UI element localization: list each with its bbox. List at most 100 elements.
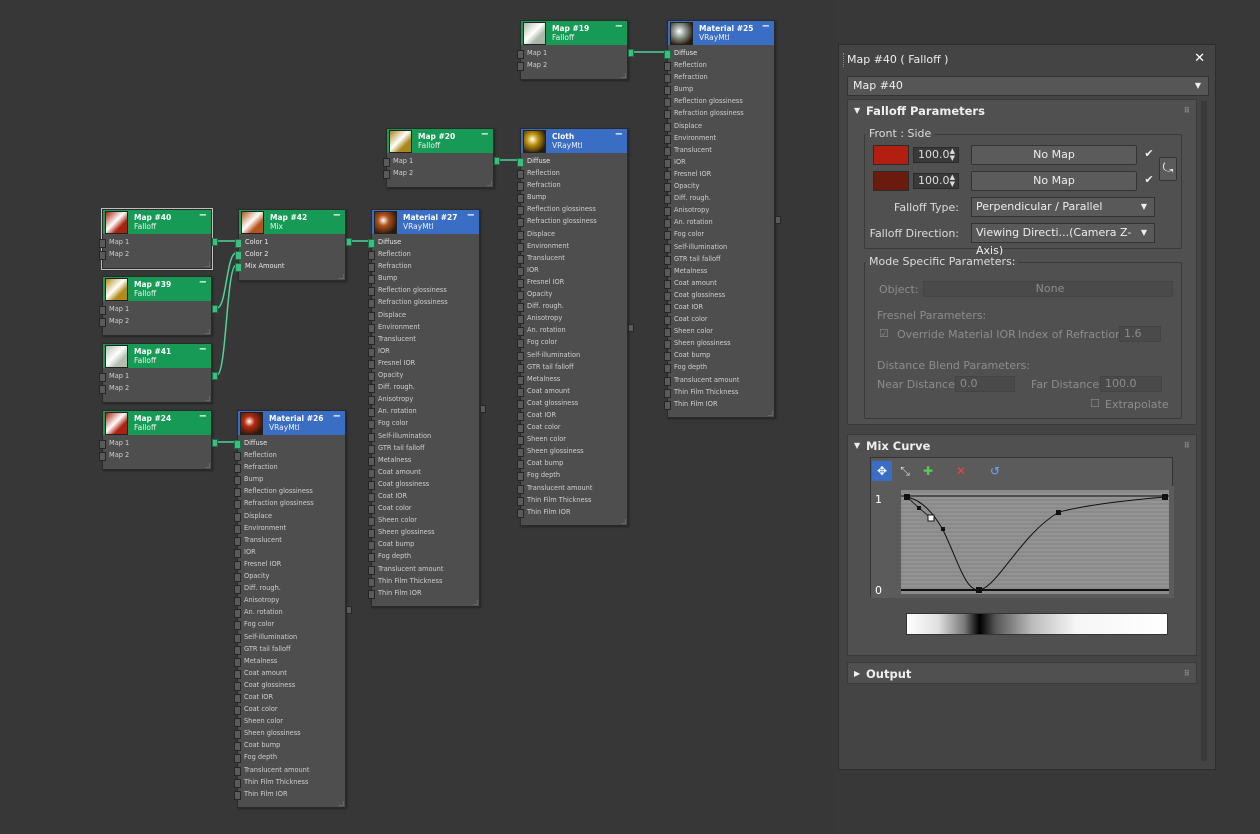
input-slot[interactable]: Map 1	[99, 236, 211, 249]
connection-wire[interactable]	[216, 264, 237, 376]
input-slot[interactable]: Translucent amount	[368, 563, 479, 575]
input-slot[interactable]: Thin Film Thickness	[664, 386, 774, 398]
node-header[interactable]: Material #25 VRayMtl −	[668, 21, 774, 45]
curve-point[interactable]	[927, 514, 935, 522]
output-socket[interactable]	[346, 606, 352, 614]
reset-curve-icon[interactable]: ↺	[985, 461, 1005, 481]
side-amount-spinner[interactable]: 100.0 ▲ ▼	[913, 173, 959, 189]
add-point-icon[interactable]: ✚	[918, 461, 938, 481]
input-slot[interactable]: Diffuse	[517, 155, 627, 168]
input-slot[interactable]: Anisotropy	[368, 393, 479, 406]
input-slot[interactable]: An. rotation	[664, 216, 774, 229]
input-slot[interactable]: Fresnel IOR	[517, 276, 627, 289]
input-slot[interactable]: IOR	[368, 345, 479, 357]
input-slot[interactable]: Map 2	[99, 382, 211, 395]
input-slot[interactable]: Refraction glossiness	[664, 107, 774, 120]
input-slot[interactable]: Environment	[368, 321, 479, 333]
input-slot[interactable]: Fog depth	[368, 550, 479, 563]
input-slot[interactable]: Sheen glossiness	[664, 337, 774, 350]
input-slot[interactable]: Coat IOR	[517, 409, 627, 422]
input-slot[interactable]: Fresnel IOR	[368, 357, 479, 370]
node-header[interactable]: Map #24 Falloff −	[103, 411, 211, 435]
input-slot[interactable]: Coat bump	[234, 739, 345, 752]
output-socket[interactable]	[494, 157, 500, 165]
input-slot[interactable]: GTR tail falloff	[234, 643, 345, 655]
input-slot[interactable]: Fog color	[234, 618, 345, 631]
node-map39[interactable]: Map #39 Falloff − Map 1 Map 2	[99, 276, 218, 336]
output-socket[interactable]	[212, 305, 218, 313]
node-header[interactable]: Map #42 Mix −	[239, 210, 345, 234]
rollout-header-output[interactable]: ▶ Output ⠿	[848, 663, 1196, 685]
collapse-node-icon[interactable]: −	[199, 277, 207, 289]
spinner-arrows-icon[interactable]: ▲ ▼	[950, 148, 955, 162]
input-slot[interactable]: Diff. rough.	[234, 582, 345, 595]
input-slot[interactable]: Self-illumination	[234, 631, 345, 643]
output-socket[interactable]	[212, 238, 218, 246]
chevron-down-icon[interactable]: ▼	[1195, 77, 1201, 95]
input-slot[interactable]: Map 1	[517, 47, 627, 60]
collapse-node-icon[interactable]: −	[467, 210, 475, 222]
collapse-node-icon[interactable]: −	[762, 21, 770, 33]
input-slot[interactable]: Translucent amount	[664, 374, 774, 386]
input-slot[interactable]: Coat glossiness	[368, 478, 479, 490]
resize-grip[interactable]	[339, 274, 344, 279]
side-map-checkbox[interactable]: ✔	[1143, 174, 1155, 186]
input-slot[interactable]: Reflection	[664, 59, 774, 72]
input-slot[interactable]: Sheen color	[517, 433, 627, 446]
input-slot[interactable]: Coat amount	[234, 667, 345, 679]
input-slot[interactable]: Diff. rough.	[517, 300, 627, 313]
input-slot[interactable]: Thin Film Thickness	[517, 494, 627, 506]
input-slot[interactable]: IOR	[234, 546, 345, 558]
collapse-node-icon[interactable]: −	[615, 129, 623, 141]
input-slot[interactable]: Reflection	[234, 449, 345, 462]
input-slot[interactable]: Thin Film IOR	[368, 587, 479, 599]
rollout-header-falloff[interactable]: ▼ Falloff Parameters ⠿	[848, 100, 1196, 122]
node-header[interactable]: Map #20 Falloff −	[387, 129, 493, 153]
input-slot[interactable]: Translucent amount	[517, 482, 627, 494]
drag-dots-icon[interactable]: ⠿	[1184, 435, 1190, 457]
input-slot[interactable]: An. rotation	[234, 606, 345, 619]
mix-curve-graph[interactable]: 1 0	[871, 486, 1174, 598]
input-slot[interactable]: Refraction	[517, 179, 627, 192]
node-map24[interactable]: Map #24 Falloff − Map 1 Map 2	[99, 410, 218, 470]
input-slot[interactable]: Thin Film IOR	[517, 506, 627, 518]
input-slot[interactable]: Diffuse	[664, 47, 774, 60]
node-header[interactable]: Map #19 Falloff −	[521, 21, 627, 45]
input-slot[interactable]: Sheen color	[368, 514, 479, 527]
input-slot[interactable]: Self-illumination	[368, 430, 479, 442]
input-slot[interactable]: Bump	[664, 83, 774, 96]
node-map20[interactable]: Map #20 Falloff − Map 1 Map 2	[383, 128, 500, 188]
input-slot[interactable]: Translucent	[517, 252, 627, 264]
input-slot[interactable]: Sheen glossiness	[517, 445, 627, 458]
resize-grip[interactable]	[205, 396, 210, 401]
front-amount-spinner[interactable]: 100.0 ▲ ▼	[913, 147, 959, 163]
input-slot[interactable]: Reflection	[368, 248, 479, 261]
node-editor-canvas[interactable]: Map #19 Falloff − Map 1 Map 2 Material #25 VRa…	[0, 0, 835, 834]
input-slot[interactable]: Reflection glossiness	[664, 95, 774, 108]
input-slot[interactable]: Coat color	[517, 421, 627, 434]
input-slot[interactable]: Coat amount	[517, 385, 627, 397]
input-slot[interactable]: Map 2	[99, 315, 211, 328]
input-slot[interactable]: An. rotation	[517, 324, 627, 337]
input-slot[interactable]: Metalness	[664, 265, 774, 277]
input-slot[interactable]: Coat glossiness	[234, 679, 345, 691]
input-slot[interactable]: Map 1	[99, 437, 211, 450]
drag-dots-icon[interactable]: ⠿	[1184, 100, 1190, 122]
input-slot[interactable]: Coat color	[664, 313, 774, 326]
input-slot[interactable]: Displace	[368, 309, 479, 321]
input-slot[interactable]: Sheen glossiness	[368, 526, 479, 539]
node-mat26[interactable]: Material #26 VRayMtl − Diffuse Reflection Ref…	[234, 410, 352, 808]
collapse-node-icon[interactable]: −	[615, 21, 623, 33]
input-slot[interactable]: GTR tail falloff	[517, 361, 627, 373]
output-socket[interactable]	[628, 324, 634, 332]
input-slot[interactable]: Environment	[664, 132, 774, 144]
input-slot[interactable]: Metalness	[234, 655, 345, 667]
input-slot[interactable]: Color 1	[235, 236, 345, 249]
resize-grip[interactable]	[487, 181, 492, 186]
close-icon[interactable]: ✕	[1194, 51, 1205, 66]
connection-wire[interactable]	[216, 252, 237, 309]
input-slot[interactable]: Map 2	[99, 449, 211, 462]
input-slot[interactable]: Sheen color	[664, 325, 774, 338]
input-slot[interactable]: Metalness	[517, 373, 627, 385]
input-slot[interactable]: GTR tail falloff	[368, 442, 479, 454]
